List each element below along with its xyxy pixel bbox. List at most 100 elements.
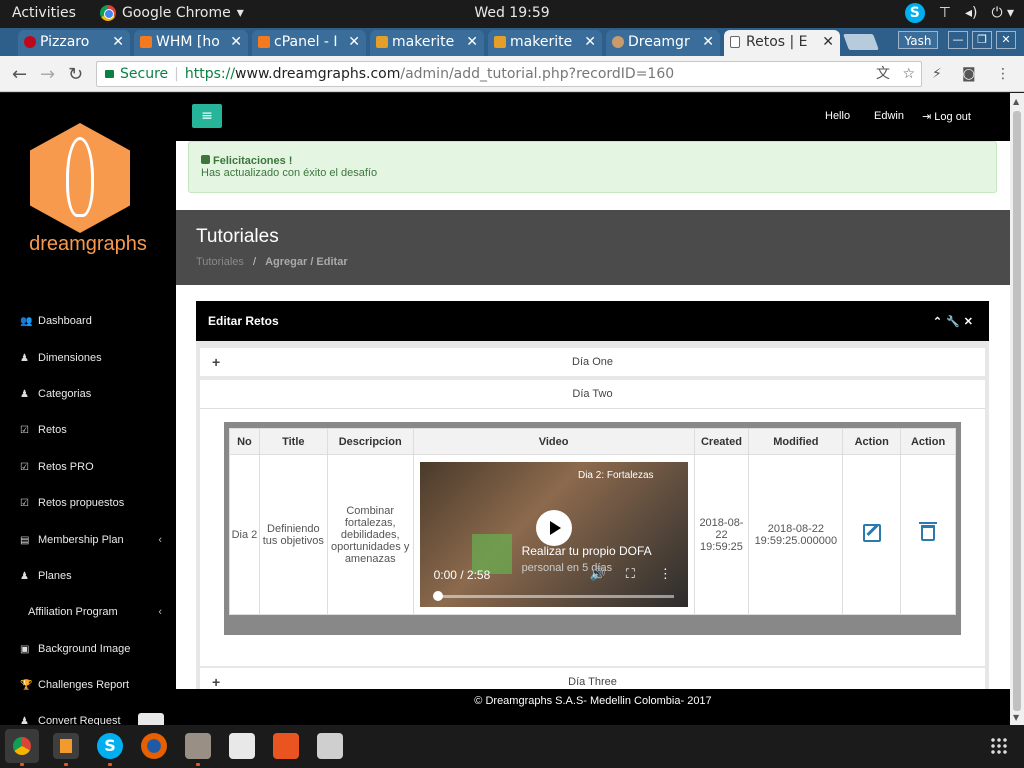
camera-extension-icon[interactable]: ◙ xyxy=(962,66,976,82)
logout-link[interactable]: ⇥ Log out xyxy=(922,110,971,123)
logo-text[interactable]: dreamgraphs xyxy=(0,233,176,256)
profile-button[interactable]: Yash xyxy=(898,31,938,49)
minimize-icon[interactable]: — xyxy=(948,31,968,49)
browser-tab[interactable]: makerite ✕ xyxy=(370,30,484,56)
dock-sublime-icon[interactable] xyxy=(53,733,79,759)
video-player[interactable]: Dia 2: Fortalezas Realizar tu propio DOF… xyxy=(419,462,688,607)
skype-icon[interactable]: S xyxy=(904,3,925,23)
browser-tab[interactable]: WHM [ho ✕ xyxy=(134,30,248,56)
play-icon[interactable] xyxy=(535,510,572,546)
app-menu[interactable]: Google Chrome ▾ xyxy=(100,5,244,21)
sidebar-item-dashboard[interactable]: 👥 Dashboard xyxy=(20,315,170,327)
breadcrumb-link[interactable]: Tutoriales xyxy=(196,256,244,268)
mermaid-logo-icon xyxy=(66,137,94,217)
maximize-icon[interactable]: ❐ xyxy=(972,31,992,49)
close-icon[interactable]: ✕ xyxy=(466,34,478,50)
power-icon[interactable]: ⏻ ▾ xyxy=(991,5,1014,21)
volume-icon[interactable]: ◂) xyxy=(965,5,978,21)
dock-software-center-icon[interactable] xyxy=(273,733,299,759)
dock-document-viewer-icon[interactable] xyxy=(229,733,255,759)
browser-tab[interactable]: Dreamgr ✕ xyxy=(606,30,720,56)
document-icon: ▤ xyxy=(20,535,30,546)
user-name[interactable]: Edwin xyxy=(874,110,904,122)
dock-skype-icon[interactable]: S xyxy=(97,733,123,759)
chevron-up-icon[interactable]: ⌃ xyxy=(933,316,946,328)
extension-icon[interactable]: ⚡ xyxy=(932,66,942,82)
accordion-day-one[interactable]: + Día One xyxy=(200,348,985,376)
dock-camera-icon[interactable] xyxy=(317,733,343,759)
scroll-down-icon[interactable]: ▼ xyxy=(1013,713,1019,722)
close-icon[interactable]: ✕ xyxy=(702,34,714,50)
sidebar-item-retos-pro[interactable]: ☑ Retos PRO xyxy=(20,461,170,473)
dock-firefox-icon[interactable] xyxy=(141,733,167,759)
video-caption: Realizar tu propio DOFA xyxy=(521,544,652,558)
close-icon[interactable]: ✕ xyxy=(822,34,834,50)
scrollbar-thumb[interactable] xyxy=(1013,111,1021,711)
url-scheme: https:// xyxy=(184,66,236,82)
bookmark-star-icon[interactable]: ☆ xyxy=(902,66,915,82)
user-icon: ♟ xyxy=(20,716,29,725)
hamburger-menu-button[interactable]: ≡ xyxy=(192,104,222,128)
activities-button[interactable]: Activities xyxy=(12,5,76,21)
vertical-scrollbar[interactable]: ▲ ▼ xyxy=(1010,93,1024,725)
edit-icon[interactable] xyxy=(862,524,881,542)
system-tray[interactable]: S ⊤ ◂) ⏻ ▾ xyxy=(904,3,1014,23)
sidebar-item-affiliation-program[interactable]: Affiliation Program ‹ xyxy=(28,606,170,618)
close-icon[interactable]: ✕ xyxy=(112,34,124,50)
close-icon[interactable]: ✕ xyxy=(230,34,242,50)
translate-icon[interactable]: 文 xyxy=(876,66,890,82)
show-applications-icon[interactable] xyxy=(990,737,1008,755)
system-top-bar: Activities Google Chrome ▾ Wed 19:59 S ⊤… xyxy=(0,0,1024,28)
user-icon: ♟ xyxy=(20,389,29,400)
check-square-icon: ☑ xyxy=(20,498,29,509)
chevron-left-icon: ‹ xyxy=(158,606,162,618)
network-icon[interactable]: ⊤ xyxy=(939,5,951,21)
menu-kebab-icon[interactable]: ⋮ xyxy=(996,66,1010,82)
dock: S xyxy=(0,725,1024,768)
sidebar-item-retos[interactable]: ☑ Retos xyxy=(20,424,170,436)
sidebar-item-planes[interactable]: ♟ Planes xyxy=(20,570,170,582)
sidebar-item-membership-plan[interactable]: ▤ Membership Plan ‹ xyxy=(20,534,170,546)
video-progress-bar[interactable] xyxy=(435,595,674,598)
scroll-up-icon[interactable]: ▲ xyxy=(1013,97,1019,106)
pma-icon xyxy=(376,36,388,48)
browser-tab[interactable]: makerite ✕ xyxy=(488,30,602,56)
edit-panel: Editar Retos ⌃🔧✕ + Día One Día Two No Ti… xyxy=(196,301,989,696)
forward-icon[interactable]: → xyxy=(40,64,55,85)
trophy-icon: 🏆 xyxy=(20,680,33,691)
dock-files-icon[interactable] xyxy=(185,733,211,759)
sidebar-item-retos-propuestos[interactable]: ☑ Retos propuestos xyxy=(20,497,170,509)
close-icon[interactable]: ✕ xyxy=(584,34,596,50)
trash-icon[interactable] xyxy=(919,522,938,541)
video-scrubber[interactable] xyxy=(432,591,443,601)
fullscreen-icon[interactable]: ⛶ xyxy=(626,566,635,581)
dock-chrome-icon[interactable] xyxy=(5,729,39,763)
logo[interactable] xyxy=(30,123,130,233)
sidebar-item-challenges-report[interactable]: 🏆 Challenges Report xyxy=(20,679,170,691)
app-menu-label: Google Chrome xyxy=(122,5,231,21)
sidebar-item-dimensiones[interactable]: ♟ Dimensiones xyxy=(20,352,170,364)
wrench-icon[interactable]: 🔧 xyxy=(946,316,964,328)
volume-icon[interactable]: 🔊 xyxy=(590,566,606,581)
new-tab-button[interactable] xyxy=(843,34,879,50)
more-icon[interactable]: ⋮ xyxy=(659,566,672,581)
chevron-down-icon: ▾ xyxy=(236,5,244,21)
chat-widget-icon[interactable] xyxy=(138,713,164,725)
reload-icon[interactable]: ↻ xyxy=(68,64,83,85)
cell-descripcion: Combinar fortalezas, debilidades, oportu… xyxy=(326,454,414,615)
close-window-icon[interactable]: ✕ xyxy=(996,31,1016,49)
sidebar-item-categorias[interactable]: ♟ Categorias xyxy=(20,388,170,400)
browser-tab[interactable]: Pizzaro ✕ xyxy=(18,30,130,56)
address-bar[interactable]: Secure | https://www.dreamgraphs.com/admin… xyxy=(96,61,922,87)
back-icon[interactable]: ← xyxy=(12,64,27,85)
browser-tab[interactable]: cPanel - I ✕ xyxy=(252,30,366,56)
tab-title: Pizzaro xyxy=(40,34,90,50)
close-icon[interactable]: ✕ xyxy=(348,34,360,50)
close-icon[interactable]: ✕ xyxy=(964,316,977,328)
browser-tab-strip: Pizzaro ✕ WHM [ho ✕ cPanel - I ✕ makerit… xyxy=(0,28,1024,56)
page-title: Tutoriales xyxy=(196,226,279,247)
user-icon: ♟ xyxy=(20,353,29,364)
sidebar-item-background-image[interactable]: ▣ Background Image xyxy=(20,643,170,655)
browser-tab-active[interactable]: Retos | E ✕ xyxy=(724,30,840,56)
accordion-day-two[interactable]: Día Two xyxy=(200,380,985,408)
